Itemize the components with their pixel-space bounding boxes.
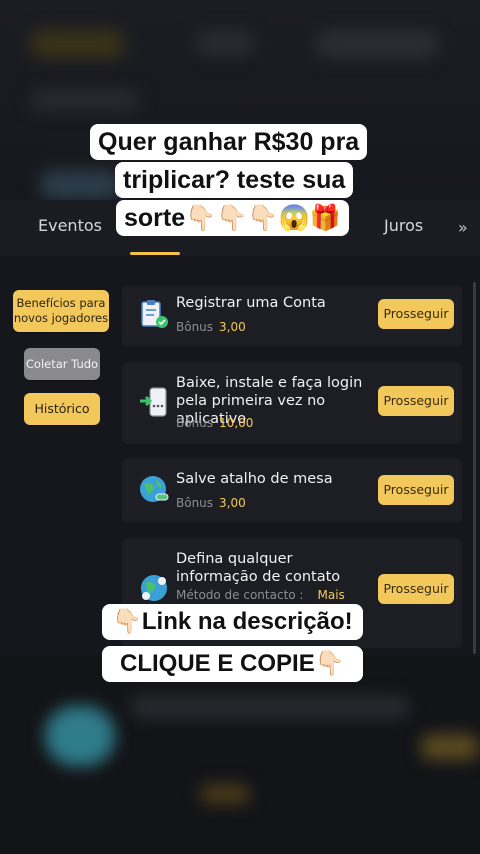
collect-all-button[interactable]: Coletar Tudo [24,348,100,380]
blurred-logo [30,30,125,58]
caption-line: triplicar? teste sua [115,162,354,198]
bonus-label: Método de contacto : [176,588,304,602]
bonus-value: 10,00 [219,416,254,430]
task-title: Defina qualquer informação de contato [176,551,341,585]
main-content: Benefícios para novos jogadores Coletar … [0,256,480,656]
bonus-label: Bônus [176,496,214,510]
task-bonus: Bônus 10,00 [176,416,253,430]
clipboard-check-icon [138,298,170,330]
caption-line: CLIQUE E COPIE👇🏻 [102,646,363,682]
history-button[interactable]: Histórico [24,393,100,425]
proceed-button[interactable]: Prosseguir [378,299,454,329]
caption-line: sorte👇🏻👇🏻👇🏻😱🎁 [116,200,349,236]
globe-contact-icon [138,572,170,604]
task-card: Registrar uma Conta Bônus 3,00 Prosseguir [122,286,462,346]
proceed-button[interactable]: Prosseguir [378,475,454,505]
bonus-label: Bônus [176,416,214,430]
proceed-button[interactable]: Prosseguir [378,574,454,604]
task-title: Registrar uma Conta [176,295,326,311]
bonus-label: Bônus [176,320,214,334]
blurred-element [420,734,480,760]
task-card: Salve atalho de mesa Bônus 3,00 Prossegui… [122,458,462,522]
blurred-element [200,784,250,804]
task-title: Salve atalho de mesa [176,471,333,487]
blurred-element [30,90,140,110]
blurred-element [195,30,255,56]
caption-line: 👇🏻Link na descrição! [102,604,363,640]
bonus-value[interactable]: Mais [317,588,344,602]
caption-overlay-top: Quer ganhar R$30 pra triplicar? teste su… [90,116,390,240]
blurred-element [45,706,115,766]
bonus-value: 3,00 [219,320,246,334]
bonus-value: 3,00 [219,496,246,510]
proceed-button[interactable]: Prosseguir [378,386,454,416]
task-bonus: Método de contacto : Mais [176,588,345,602]
task-card: Baixe, instale e faça login pela primeir… [122,362,462,444]
new-players-benefits-button[interactable]: Benefícios para novos jogadores [13,290,109,332]
phone-download-icon [138,386,170,418]
caption-line: Quer ganhar R$30 pra [90,124,368,160]
blurred-element [130,696,410,718]
task-bonus: Bônus 3,00 [176,496,246,510]
blurred-element [315,30,440,58]
active-tab-indicator [130,252,180,255]
chevron-right-icon[interactable]: » [458,218,468,237]
globe-link-icon [138,474,170,506]
scrollbar[interactable] [473,282,476,654]
blurred-footer [0,656,480,854]
task-bonus: Bônus 3,00 [176,320,246,334]
